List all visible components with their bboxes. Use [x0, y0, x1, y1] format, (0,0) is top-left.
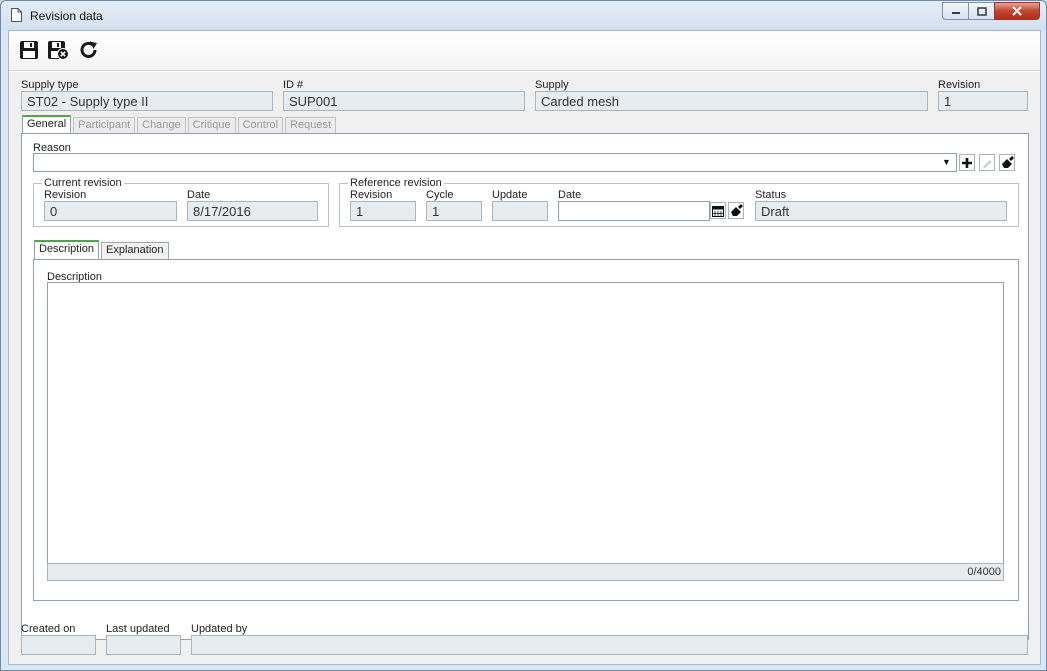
tab-explanation[interactable]: Explanation [101, 242, 169, 259]
updated-by-label: Updated by [191, 623, 248, 635]
maximize-icon [976, 6, 987, 16]
supply-type-label: Supply type [21, 79, 79, 91]
description-subtabs: Description Explanation [34, 240, 171, 259]
reference-revision-legend: Reference revision [350, 177, 442, 189]
last-updated-field [106, 635, 181, 655]
character-counter: 0/4000 [47, 563, 1004, 581]
general-panel: Reason ▼ Current revision Revision 0 Dat… [21, 133, 1029, 640]
window-client-area: Supply type ST02 - Supply type II ID # S… [8, 30, 1041, 665]
tab-description[interactable]: Description [34, 240, 100, 259]
chevron-down-icon[interactable]: ▼ [942, 157, 951, 167]
supply-label: Supply [535, 79, 569, 91]
tab-participant[interactable]: Participant [73, 117, 136, 134]
created-on-field [21, 635, 96, 655]
tab-critique[interactable]: Critique [187, 117, 236, 134]
reference-date-label: Date [558, 189, 582, 201]
close-icon [1012, 6, 1022, 16]
revision-field: 1 [938, 91, 1028, 111]
description-textarea[interactable] [47, 282, 1004, 564]
window-title: Revision data [30, 9, 103, 23]
id-field: SUP001 [283, 91, 525, 111]
floppy-disk-close-icon [48, 41, 69, 60]
reason-select[interactable] [33, 153, 957, 172]
maximize-button[interactable] [968, 2, 995, 20]
save-and-close-button[interactable] [46, 38, 70, 62]
pencil-icon [983, 159, 992, 168]
clear-reason-button[interactable] [999, 154, 1015, 171]
last-updated-label: Last updated [106, 623, 170, 635]
supply-field: Carded mesh [535, 91, 928, 111]
description-panel: Description 0/4000 [33, 259, 1019, 601]
status-field: Draft [755, 201, 1007, 221]
minimize-button[interactable] [942, 2, 969, 20]
tab-control[interactable]: Control [237, 117, 284, 134]
minimize-icon [951, 12, 960, 14]
title-bar[interactable]: Revision data [1, 1, 1046, 30]
refresh-button[interactable] [77, 38, 101, 62]
current-revision-legend: Current revision [44, 177, 122, 189]
eraser-icon [730, 204, 743, 216]
reference-date-input[interactable] [558, 201, 710, 221]
eraser-icon [1001, 156, 1014, 168]
document-icon [11, 8, 22, 22]
status-label: Status [755, 189, 787, 201]
edit-reason-button[interactable] [979, 154, 995, 171]
cycle-label: Cycle [426, 189, 454, 201]
toolbar [9, 31, 1040, 71]
calendar-button[interactable] [710, 202, 726, 219]
supply-type-field: ST02 - Supply type II [21, 91, 273, 111]
revision-data-window: Revision data Supply type ST02 - Supply … [0, 0, 1047, 671]
current-revision-label: Revision [44, 189, 87, 201]
reference-revision-field: 1 [350, 201, 416, 221]
current-date-label: Date [187, 189, 211, 201]
main-tabs: General Participant Change Critique Cont… [22, 115, 338, 134]
close-button[interactable] [994, 2, 1040, 20]
form-body: Supply type ST02 - Supply type II ID # S… [9, 72, 1040, 664]
tab-request[interactable]: Request [285, 117, 337, 134]
save-button[interactable] [17, 38, 41, 62]
created-on-label: Created on [21, 623, 76, 635]
cycle-field: 1 [426, 201, 482, 221]
current-date-field: 8/17/2016 [187, 201, 318, 221]
current-revision-field: 0 [44, 201, 177, 221]
updated-by-field [191, 635, 1028, 655]
add-reason-button[interactable] [959, 154, 975, 171]
tab-change[interactable]: Change [137, 117, 186, 134]
revision-label: Revision [938, 79, 981, 91]
clear-date-button[interactable] [728, 202, 744, 219]
refresh-icon [80, 41, 97, 58]
calendar-icon [712, 205, 724, 217]
update-label: Update [492, 189, 528, 201]
tab-general[interactable]: General [22, 115, 72, 134]
plus-icon [962, 157, 972, 168]
update-field [492, 201, 548, 221]
floppy-disk-icon [20, 41, 38, 59]
id-label: ID # [283, 79, 304, 91]
reference-revision-label: Revision [350, 189, 393, 201]
